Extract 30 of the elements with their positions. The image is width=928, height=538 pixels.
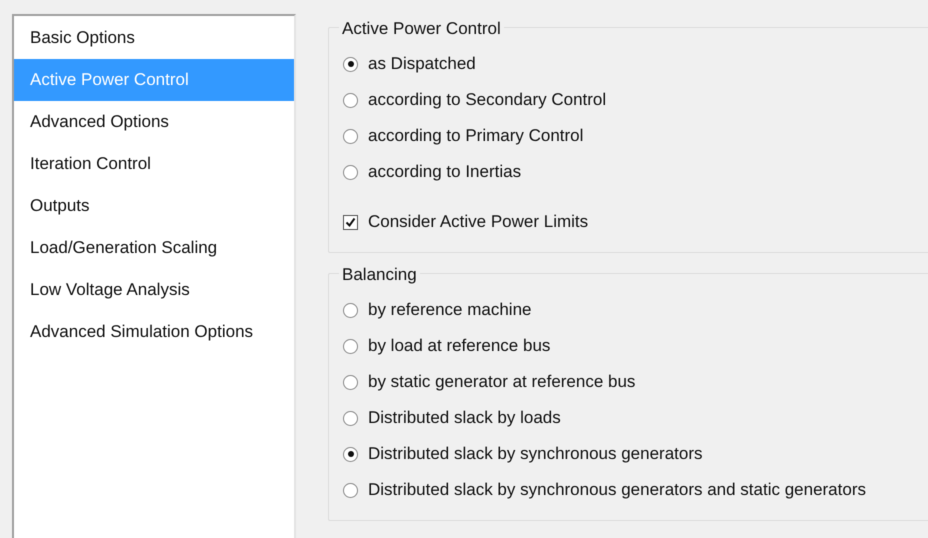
sidebar-item[interactable]: Outputs [14,185,294,227]
sidebar-item[interactable]: Iteration Control [14,143,294,185]
radio-label: by static generator at reference bus [368,371,636,394]
radio-button[interactable] [343,164,358,180]
sidebar-item[interactable]: Advanced Options [14,101,294,143]
radio-button[interactable] [343,338,358,354]
radio-label: according to Inertias [368,161,522,184]
radio-label: according to Secondary Control [368,89,606,112]
sidebar-item[interactable]: Load/Generation Scaling [14,227,294,269]
check-icon [345,216,356,228]
checkbox[interactable] [343,214,358,230]
radio-label: Distributed slack by synchronous generators and static generators [368,479,866,502]
radio-button[interactable] [343,128,358,144]
radio-button[interactable] [343,92,358,108]
radio-label: Distributed slack by loads [368,407,561,430]
radio-label: by load at reference bus [368,335,550,358]
radio-label: according to Primary Control [368,125,584,148]
radio-button[interactable] [343,374,358,390]
radio-button[interactable] [343,302,358,318]
radio-label: Distributed slack by synchronous generators [368,443,702,466]
radio-button[interactable] [343,410,358,426]
checkbox-label: Consider Active Power Limits [368,211,588,234]
radio-button[interactable] [343,446,358,462]
radio-button[interactable] [343,482,358,498]
sidebar-item[interactable]: Advanced Simulation Options [14,311,294,353]
sidebar-item[interactable]: Low Voltage Analysis [14,269,294,311]
radio-label: as Dispatched [368,53,476,76]
radio-button[interactable] [343,56,358,72]
radio-label: by reference machine [368,299,532,322]
sidebar-item[interactable]: Basic Options [14,17,294,59]
